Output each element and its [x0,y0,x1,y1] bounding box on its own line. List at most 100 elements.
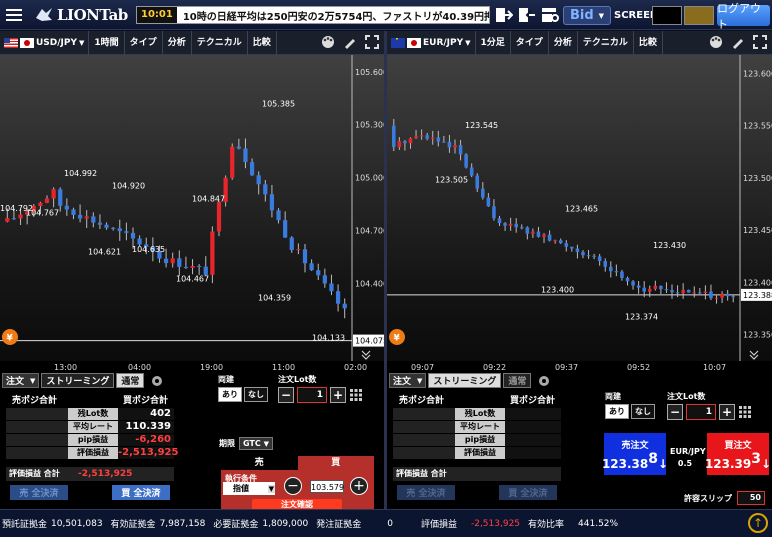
left-close-buttons: 売 全決済 買 全決済 [10,485,170,500]
right-close-buttons: 売 全決済 買 全決済 [397,485,557,500]
candle-body [508,223,513,226]
candle-body [581,251,585,256]
news-ticker[interactable]: 10:01 10時の日経平均は250円安の2万5754円、ファストリが40.39… [136,6,490,24]
right-pair-select[interactable]: EUR/JPY ▼ [387,30,476,55]
right-candlestick-chart[interactable]: 123.600 123.550 123.500 123.450 123.400 123.3… [387,55,772,373]
grid-icon[interactable] [349,388,363,402]
left-tab-normal[interactable]: 通常 [116,373,145,388]
bid-ask-select[interactable]: Bid ▼ [563,6,611,25]
candle-body [210,231,215,275]
left-tab-streaming[interactable]: ストリーミング [41,373,115,388]
right-order-type-select[interactable]: 注文 ▼ [389,373,427,388]
lot-input[interactable]: 1 [297,387,327,403]
lot-minus-button[interactable]: − [667,404,683,420]
hedge-no-option[interactable]: なし [244,387,268,402]
buy-tab[interactable]: 買 [297,456,374,470]
left-pair-select[interactable]: USD/JPY ▼ [0,30,90,55]
left-compare[interactable]: 比較 [248,30,277,55]
fullscreen-icon[interactable] [364,34,380,50]
gear-icon[interactable] [537,374,551,388]
expiry-select[interactable]: GTC ▼ [239,437,273,450]
candle-body [5,218,10,222]
left-analysis[interactable]: 分析 [163,30,192,55]
right-technical[interactable]: テクニカル [578,30,634,55]
right-tab-streaming[interactable]: ストリーミング [428,373,502,388]
candle-body [183,266,189,268]
left-type[interactable]: タイプ [125,30,163,55]
left-order-type-select[interactable]: 注文 ▼ [2,373,40,388]
sell-close-all-button[interactable]: 売 全決済 [10,485,68,500]
candle-body [263,184,268,195]
draw-pen-icon[interactable] [730,34,746,50]
hedge-yes-option[interactable]: あり [218,387,242,402]
price-annotation: 123.400 [541,285,574,294]
price-minus-button[interactable]: − [284,477,302,495]
palette-icon[interactable] [320,34,336,50]
hedge-no-option[interactable]: なし [631,404,655,419]
candle-body [296,249,301,251]
candle-body [620,271,624,278]
table-row: pip損益 -6,260 [6,434,174,446]
gear-icon[interactable] [150,374,164,388]
lot-plus-button[interactable]: + [330,387,346,403]
right-analysis[interactable]: 分析 [549,30,578,55]
sell-tab[interactable]: 売 [221,456,298,470]
candle-body [111,227,116,229]
lot-input[interactable]: 1 [686,404,716,420]
candle-body [64,205,69,210]
price-plus-button[interactable]: + [350,477,368,495]
grid-icon[interactable] [738,405,752,419]
lot-label: 注文Lot数 [278,375,317,384]
right-compare[interactable]: 比較 [634,30,663,55]
menu-icon[interactable] [0,0,28,30]
price-annotation: 104.635 [132,245,165,254]
slippage-label: 許容スリップ [684,493,732,503]
lot-minus-button[interactable]: − [278,387,294,403]
candle-body [703,291,708,293]
y-tick-label: 123.500 [743,174,772,183]
export-icon[interactable] [494,5,514,25]
buy-order-button[interactable]: 買注文 123.393↓ [705,433,771,475]
left-timeframe[interactable]: 1時間 [89,30,125,55]
left-candlestick-chart[interactable]: 105.600 105.300 105.000 104.700 104.400 104.0… [0,55,384,373]
lot-plus-button[interactable]: + [719,404,735,420]
ticker-time: 10:01 [137,7,177,23]
import-icon[interactable] [517,5,537,25]
candle-body [492,206,496,219]
row-label: 残Lot数 [455,408,505,420]
logout-button[interactable]: ログアウト [717,2,770,31]
draw-pen-icon[interactable] [342,34,358,50]
price-input[interactable]: 103.579 [310,480,344,493]
right-tab-normal[interactable]: 通常 [503,373,532,388]
left-chart[interactable]: 105.600 105.300 105.000 104.700 104.400 104.0… [0,55,384,373]
palette-icon[interactable] [708,34,724,50]
sell-order-label: 売注文 [621,440,649,451]
buy-close-all-button[interactable]: 買 全決済 [499,485,557,500]
screen-layout-2-button[interactable] [684,6,714,25]
right-type[interactable]: タイプ [511,30,549,55]
left-technical[interactable]: テクニカル [192,30,248,55]
candle-body [197,265,202,267]
hedge-yes-option[interactable]: あり [605,404,629,419]
candle-body [636,285,641,288]
sell-order-button[interactable]: 売注文 123.388↓ [602,433,668,475]
exec-condition-select[interactable]: 指値 ▼ [223,482,275,495]
y-tick-label: 123.600 [743,69,772,78]
right-chart[interactable]: 123.600 123.550 123.500 123.450 123.400 123.3… [387,55,772,373]
slippage-input[interactable]: 50 [737,491,765,505]
candle-body [453,145,457,148]
left-order-tabs: 注文 ▼ ストリーミング 通常 [2,373,164,388]
candle-body [698,292,702,294]
sell-position-total-label: 売ポジ合計 [399,396,445,406]
buy-close-all-button[interactable]: 買 全決済 [112,485,170,500]
scroll-top-button[interactable]: ↑ [748,513,768,533]
candle-body [503,223,507,226]
candle-body [625,277,630,282]
candle-body [276,210,281,221]
settings-icon[interactable] [540,5,560,25]
screen-layout-1-button[interactable] [652,6,682,25]
sell-close-all-button[interactable]: 売 全決済 [397,485,455,500]
right-timeframe[interactable]: 1分足 [476,30,511,55]
total-value [455,467,561,481]
fullscreen-icon[interactable] [752,34,768,50]
